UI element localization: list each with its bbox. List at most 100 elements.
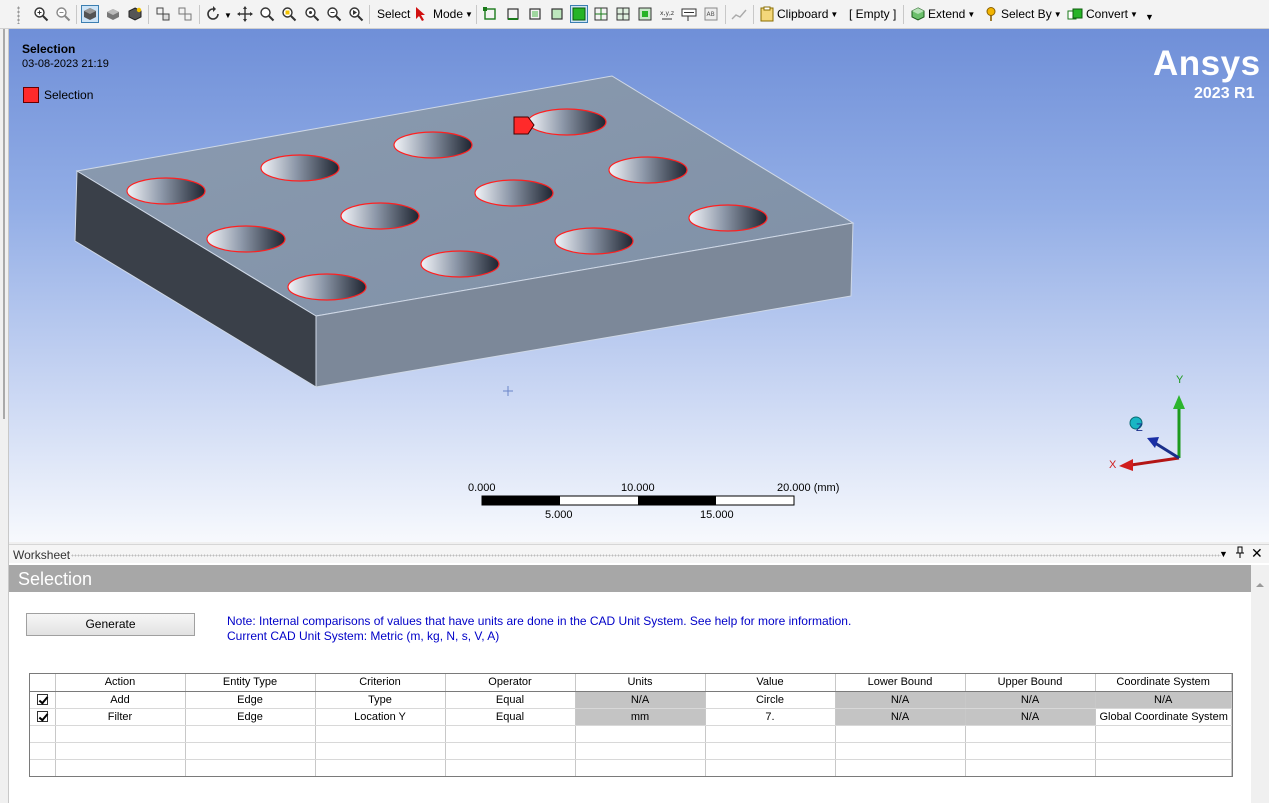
row-checkbox[interactable] (30, 708, 56, 726)
panel-menu-icon[interactable]: ▼ (1219, 549, 1228, 559)
box-select-icon[interactable] (177, 6, 193, 22)
column-header-units[interactable]: Units (575, 674, 706, 692)
hole-edge[interactable] (287, 273, 367, 301)
cad-unit-system: Current CAD Unit System: Metric (m, kg, … (227, 629, 500, 643)
empty-table-row[interactable] (30, 725, 1232, 743)
edge-select-icon[interactable] (505, 6, 521, 22)
column-header-checkbox (30, 674, 56, 692)
hole-edge[interactable] (420, 250, 500, 278)
column-header-upper-bound[interactable]: Upper Bound (965, 674, 1096, 692)
mode-dropdown[interactable]: Mode ▼ (433, 7, 473, 21)
zoom-in-icon[interactable] (33, 6, 49, 22)
convert-icon[interactable] (1067, 6, 1083, 22)
cell-entity-type[interactable]: Edge (185, 691, 316, 709)
body-select-icon[interactable] (81, 5, 99, 23)
coordinate-select-icon[interactable]: x,y,z (659, 6, 675, 22)
shaded-edges-icon[interactable] (127, 6, 143, 22)
zoom-out-icon[interactable] (55, 6, 71, 22)
column-header-coordinate-system[interactable]: Coordinate System (1095, 674, 1232, 692)
hole-edge[interactable] (260, 154, 340, 182)
node-select-icon[interactable] (593, 6, 609, 22)
column-header-entity-type[interactable]: Entity Type (185, 674, 316, 692)
cell-action[interactable]: Filter (55, 708, 186, 726)
cell-operator[interactable]: Equal (445, 691, 576, 709)
magnifier-icon[interactable] (326, 6, 342, 22)
row-checkbox[interactable] (30, 691, 56, 709)
body-selection-active-icon[interactable] (570, 5, 588, 23)
toolbar-grip[interactable] (17, 6, 20, 24)
pin-icon[interactable] (1235, 546, 1245, 562)
column-header-lower-bound[interactable]: Lower Bound (835, 674, 966, 692)
checkbox-checked[interactable] (36, 711, 48, 723)
cell-operator[interactable]: Equal (445, 708, 576, 726)
hole-edge[interactable] (474, 179, 554, 207)
mode-cursor-icon[interactable] (414, 6, 430, 22)
cell-value[interactable]: Circle (705, 691, 836, 709)
checkbox-checked[interactable] (36, 694, 48, 706)
cell-upper-bound: N/A (965, 691, 1096, 709)
extend-dropdown[interactable]: Extend ▼ (928, 7, 975, 21)
chart-icon[interactable] (731, 6, 747, 22)
body-select-mode-icon[interactable] (549, 6, 565, 22)
cell-coordinate-system[interactable]: Global Coordinate System (1095, 708, 1232, 726)
hole-edge[interactable] (688, 204, 768, 232)
empty-table-row[interactable] (30, 742, 1232, 760)
select-by-dropdown[interactable]: Select By ▼ (1001, 7, 1062, 21)
hole-edge[interactable] (527, 108, 607, 136)
cell-value[interactable]: 7. (705, 708, 836, 726)
empty-table-row[interactable] (30, 759, 1232, 776)
box-zoom-icon[interactable] (155, 6, 171, 22)
cell-criterion[interactable]: Location Y (315, 708, 446, 726)
select-mode-button[interactable]: Select (377, 7, 410, 21)
model-view[interactable] (9, 29, 1269, 542)
column-header-operator[interactable]: Operator (445, 674, 576, 692)
rotation-center-cursor (503, 386, 513, 396)
column-header-value[interactable]: Value (705, 674, 836, 692)
face-select-icon[interactable] (527, 6, 543, 22)
worksheet-scrollbar[interactable] (1251, 565, 1269, 803)
element-face-select-icon[interactable] (615, 6, 631, 22)
worksheet-panel-title: Worksheet (13, 548, 71, 562)
cell-criterion[interactable]: Type (315, 691, 446, 709)
hole-edge[interactable] (206, 225, 286, 253)
scale-label-15: 15.000 (700, 509, 734, 521)
vertex-select-icon[interactable] (482, 6, 498, 22)
extend-icon[interactable] (910, 6, 926, 22)
hole-edge[interactable] (608, 156, 688, 184)
close-icon[interactable]: ✕ (1251, 545, 1263, 562)
toolbar-overflow-button[interactable]: ▼ (1143, 10, 1154, 24)
element-select-icon[interactable] (637, 6, 653, 22)
worksheet-section-bar: Selection (9, 565, 1251, 592)
generate-button[interactable]: Generate (26, 613, 195, 636)
cell-units: mm (575, 708, 706, 726)
table-row[interactable]: Filter Edge Location Y Equal mm 7. N/A N… (30, 708, 1232, 726)
table-row[interactable]: Add Edge Type Equal N/A Circle N/A N/A N… (30, 691, 1232, 709)
zoom-to-fit-icon[interactable] (281, 6, 297, 22)
clipboard-dropdown[interactable]: Clipboard ▼ (777, 7, 838, 21)
solid-view-icon[interactable] (105, 6, 121, 22)
select-by-pin-icon[interactable] (983, 6, 999, 22)
graphics-viewport[interactable]: Selection 03-08-2023 21:19 Selection Ans… (9, 29, 1269, 542)
named-selection-icon[interactable]: AB (703, 6, 719, 22)
rotate-icon[interactable] (205, 6, 221, 22)
column-header-criterion[interactable]: Criterion (315, 674, 446, 692)
hole-edge[interactable] (393, 131, 473, 159)
left-panel-edge[interactable] (0, 29, 9, 803)
convert-dropdown[interactable]: Convert ▼ (1086, 7, 1138, 21)
worksheet-body: Selection Generate Note: Internal compar… (9, 563, 1269, 803)
rotate-dropdown-caret[interactable]: ▼ (222, 8, 232, 22)
zoom-icon[interactable] (259, 6, 275, 22)
hole-edge[interactable] (340, 202, 420, 230)
worksheet-drag-handle[interactable] (71, 554, 1221, 557)
cell-action[interactable]: Add (55, 691, 186, 709)
pan-icon[interactable] (237, 6, 253, 22)
hole-edge[interactable] (554, 227, 634, 255)
clipboard-icon[interactable] (759, 6, 775, 22)
worksheet-select-icon[interactable] (681, 6, 697, 22)
zoom-box-icon[interactable] (304, 6, 320, 22)
cell-entity-type[interactable]: Edge (185, 708, 316, 726)
worksheet-header: Worksheet ▼ ✕ (9, 544, 1269, 563)
hole-edge[interactable] (126, 177, 206, 205)
previous-view-icon[interactable] (348, 6, 364, 22)
column-header-action[interactable]: Action (55, 674, 186, 692)
